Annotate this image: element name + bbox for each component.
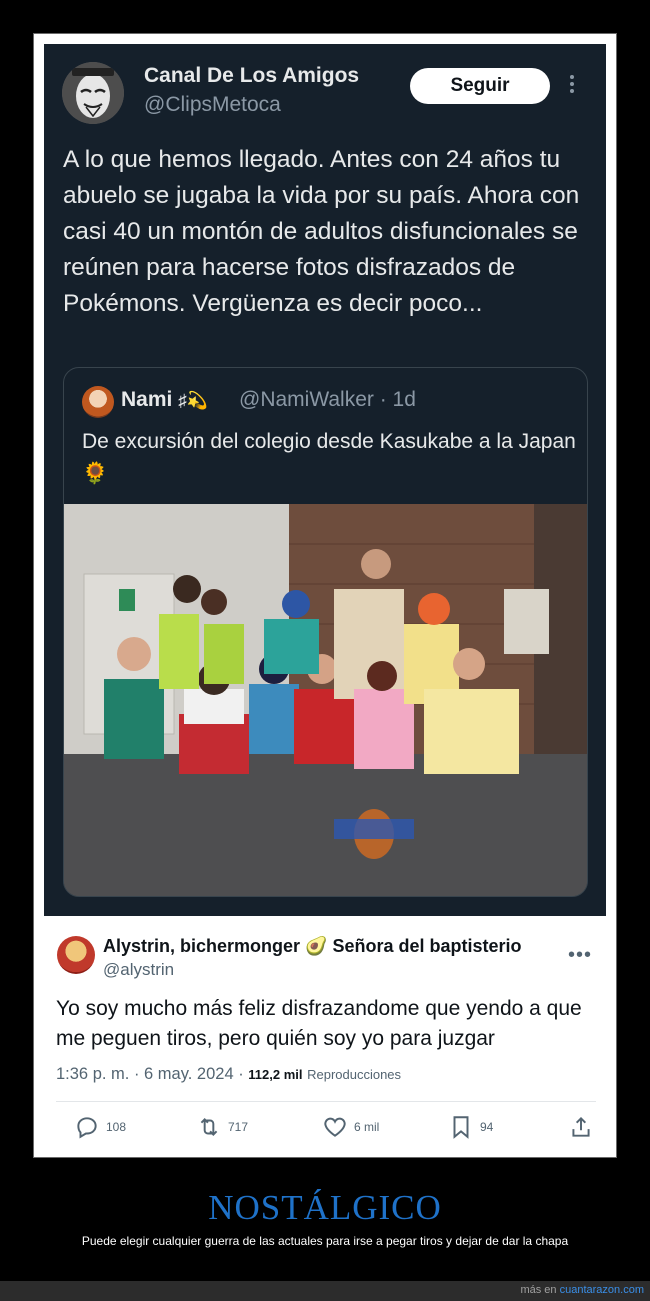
views-label: Reproducciones (307, 1067, 402, 1082)
reply-timestamp[interactable]: 1:36 p. m. · 6 may. 2024 · (56, 1065, 248, 1083)
quote-name-emoji: ♯💫 (178, 391, 208, 410)
meme-title: NOSTÁLGICO (208, 1188, 442, 1227)
retweet-icon (200, 1118, 218, 1136)
footer-prefix: más en (520, 1284, 560, 1296)
reply-author-handle[interactable]: @alystrin (103, 960, 174, 980)
divider (56, 1101, 596, 1102)
share-icon (572, 1116, 590, 1137)
reply-avatar[interactable] (57, 936, 95, 974)
meme-frame: Canal De Los Amigos @ClipsMetoca Seguir … (33, 33, 617, 1158)
tweet-text: A lo que hemos llegado. Antes con 24 año… (63, 146, 580, 317)
anonymous-mask-icon[interactable] (62, 62, 124, 124)
bookmark-icon (453, 1116, 469, 1139)
reply-meta: 1:36 p. m. · 6 may. 2024 · 112,2 mil Rep… (56, 1065, 401, 1084)
cosplay-group-photo[interactable] (64, 504, 587, 896)
more-options-icon[interactable] (566, 72, 578, 100)
quote-name-text: Nami (121, 388, 173, 411)
quote-avatar[interactable] (82, 386, 114, 418)
like-count: 6 mil (354, 1120, 380, 1134)
site-link[interactable]: cuantarazon.com (560, 1284, 644, 1296)
quote-text: De excursión del colegio desde Kasukabe … (82, 430, 576, 485)
footer-text: más en cuantarazon.com (520, 1284, 644, 1296)
bookmark-count: 94 (480, 1120, 494, 1134)
meme-subtitle: Puede elegir cualquier guerra de las act… (81, 1234, 569, 1248)
heart-icon (324, 1117, 346, 1137)
footer-bar: más en cuantarazon.com (0, 1281, 650, 1301)
reply-author-name[interactable]: Alystrin, bichermonger 🥑 Señora del bapt… (103, 936, 522, 957)
quote-author-name[interactable]: Nami ♯💫 (121, 388, 208, 412)
reply-action[interactable]: 108 (74, 1110, 126, 1144)
quoted-tweet[interactable]: Nami ♯💫 @NamiWalker · 1d De excursión de… (63, 367, 588, 897)
share-action[interactable] (568, 1110, 594, 1144)
reply-text: Yo soy mucho más feliz disfrazandome que… (56, 997, 582, 1050)
author-handle[interactable]: @ClipsMetoca (144, 93, 281, 117)
reply-more-icon[interactable]: ••• (568, 944, 592, 967)
quote-handle-time[interactable]: @NamiWalker · 1d (239, 388, 416, 412)
like-action[interactable]: 6 mil (322, 1110, 379, 1144)
retweet-action[interactable]: 717 (196, 1110, 248, 1144)
reply-icon (77, 1117, 97, 1139)
views-count: 112,2 mil (248, 1067, 303, 1082)
bookmark-action[interactable]: 94 (448, 1110, 493, 1144)
reply-count: 108 (106, 1120, 127, 1134)
action-bar: 108 717 6 mil 94 (56, 1110, 596, 1144)
follow-button[interactable]: Seguir (410, 68, 550, 104)
retweet-count: 717 (228, 1120, 249, 1134)
author-name[interactable]: Canal De Los Amigos (144, 64, 359, 88)
main-tweet: Canal De Los Amigos @ClipsMetoca Seguir … (44, 44, 606, 916)
